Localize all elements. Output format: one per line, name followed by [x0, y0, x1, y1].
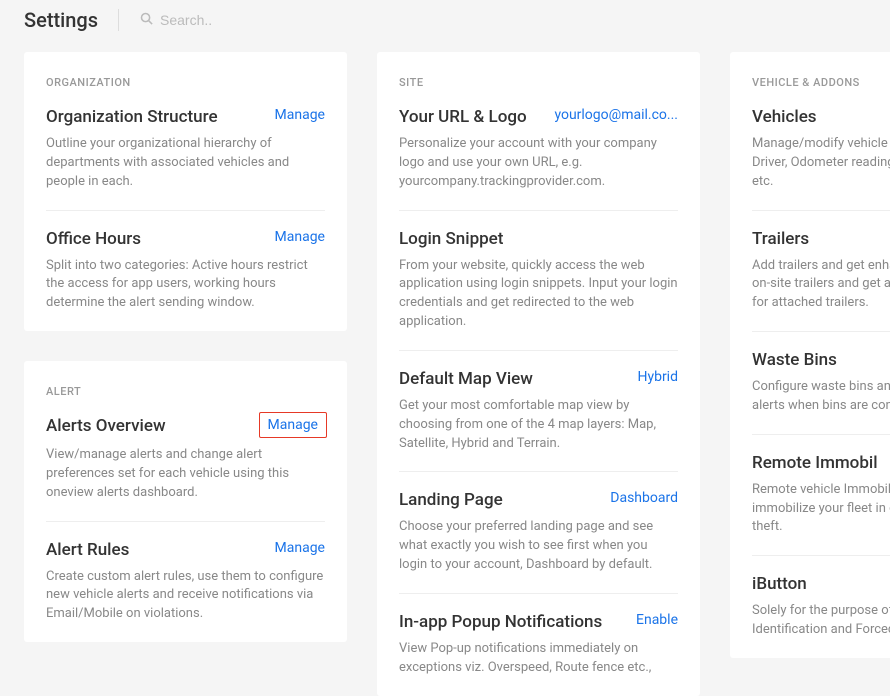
item-desc: Configure waste bins and receive automat…: [752, 378, 890, 416]
alerts-overview: Alerts OverviewManage View/manage alerts …: [46, 416, 325, 522]
item-desc: Split into two categories: Active hours …: [46, 257, 325, 314]
item-title: Alerts Overview: [46, 416, 166, 436]
item-title: In-app Popup Notifications: [399, 612, 602, 632]
item-desc: Personalize your account with your compa…: [399, 135, 678, 192]
item-desc: Manage/modify vehicle details: Vehicle T…: [752, 135, 890, 192]
item-top: iButton: [752, 574, 890, 594]
alerts-overview-action[interactable]: Manage: [259, 412, 327, 438]
item-title: Office Hours: [46, 229, 141, 249]
office-hours: Office Hours Manage Split into two categor…: [46, 229, 325, 314]
org-structure-action[interactable]: Manage: [275, 107, 325, 123]
item-desc: View/manage alerts and change alert pref…: [46, 446, 325, 503]
item-title: Remote Immobil: [752, 453, 878, 473]
landing-page-action[interactable]: Dashboard: [610, 490, 678, 506]
header-bar: Settings: [0, 0, 890, 40]
column: SITE Your URL & Logo yourlogo@mail.co... Pe…: [377, 52, 700, 696]
item-title: Your URL & Logo: [399, 107, 527, 127]
site-card: SITE Your URL & Logo yourlogo@mail.co... Pe…: [377, 52, 700, 696]
columns: ORGANIZATION Organization Structure Manage…: [0, 40, 890, 696]
item-top: Vehicles: [752, 107, 890, 127]
vehicles: Vehicles Manage/modify vehicle details: V…: [752, 107, 890, 211]
item-desc: Solely for the purpose of driver ID, two…: [752, 602, 890, 640]
item-top: Default Map View Hybrid: [399, 369, 678, 389]
item-title: Organization Structure: [46, 107, 218, 127]
item-title: Landing Page: [399, 490, 503, 510]
trailers: Trailers Add trailers and get enhanced co…: [752, 229, 890, 333]
item-top: Landing Page Dashboard: [399, 490, 678, 510]
item-title: Vehicles: [752, 107, 817, 127]
office-hours-action[interactable]: Manage: [275, 229, 325, 245]
alert-rules: Alert Rules Manage Create custom alert rul…: [46, 540, 325, 625]
item-desc: View Pop-up notifications immediately on…: [399, 640, 678, 678]
item-top: In-app Popup Notifications Enable: [399, 612, 678, 632]
card-header: ORGANIZATION: [46, 76, 325, 89]
default-map-view-action[interactable]: Hybrid: [637, 369, 678, 385]
popup-notifications-action[interactable]: Enable: [636, 612, 678, 628]
item-desc: Add trailers and get enhanced control ov…: [752, 257, 890, 314]
card-header: SITE: [399, 76, 678, 89]
popup-notifications: In-app Popup Notifications Enable View Pop…: [399, 612, 678, 678]
url-logo: Your URL & Logo yourlogo@mail.co... Person…: [399, 107, 678, 211]
item-title: iButton: [752, 574, 807, 594]
column: VEHICLE & ADDONS Vehicles Manage/modify ve…: [730, 52, 890, 696]
org-structure: Organization Structure Manage Outline your…: [46, 107, 325, 211]
alert-rules-action[interactable]: Manage: [275, 540, 325, 556]
item-top: Alert Rules Manage: [46, 540, 325, 560]
column: ORGANIZATION Organization Structure Manage…: [24, 52, 347, 696]
page-title: Settings: [24, 8, 98, 32]
item-top: Alerts OverviewManage: [46, 416, 325, 438]
item-title: Trailers: [752, 229, 809, 249]
organization-card: ORGANIZATION Organization Structure Manage…: [24, 52, 347, 331]
landing-page: Landing Page Dashboard Choose your preferr…: [399, 490, 678, 594]
login-snippet: Login Snippet From your website, quickly …: [399, 229, 678, 351]
remote-immobilizer: Remote Immobil Remote vehicle Immobilizat…: [752, 453, 890, 557]
search-wrap: [139, 11, 320, 30]
item-top: Organization Structure Manage: [46, 107, 325, 127]
header-divider: [118, 9, 119, 31]
item-desc: Get your most comfortable map view by ch…: [399, 397, 678, 454]
item-title: Default Map View: [399, 369, 533, 389]
item-title: Waste Bins: [752, 350, 837, 370]
card-header: VEHICLE & ADDONS: [752, 76, 890, 89]
item-top: Office Hours Manage: [46, 229, 325, 249]
item-desc: Create custom alert rules, use them to c…: [46, 568, 325, 625]
alert-card: ALERTAlerts OverviewManageView/manage al…: [24, 361, 347, 642]
item-title: Login Snippet: [399, 229, 503, 249]
url-logo-action[interactable]: yourlogo@mail.co...: [554, 107, 678, 123]
item-desc: From your website, quickly access the we…: [399, 257, 678, 332]
item-top: Trailers: [752, 229, 890, 249]
item-top: Waste Bins: [752, 350, 890, 370]
default-map-view: Default Map View Hybrid Get your most comf…: [399, 369, 678, 473]
search-icon: [139, 11, 154, 30]
item-top: Remote Immobil: [752, 453, 890, 473]
item-desc: Outline your organizational hierarchy of…: [46, 135, 325, 192]
item-desc: Choose your preferred landing page and s…: [399, 518, 678, 575]
item-top: Your URL & Logo yourlogo@mail.co...: [399, 107, 678, 127]
item-top: Login Snippet: [399, 229, 678, 249]
item-title: Alert Rules: [46, 540, 129, 560]
search-input[interactable]: [160, 12, 320, 28]
waste-bins: Waste Bins Configure waste bins and recei…: [752, 350, 890, 435]
card-header: ALERT: [46, 385, 325, 398]
ibutton: iButton Solely for the purpose of driver …: [752, 574, 890, 640]
vehicle-addons-card: VEHICLE & ADDONS Vehicles Manage/modify ve…: [730, 52, 890, 658]
item-desc: Remote vehicle Immobilization allows you…: [752, 481, 890, 538]
